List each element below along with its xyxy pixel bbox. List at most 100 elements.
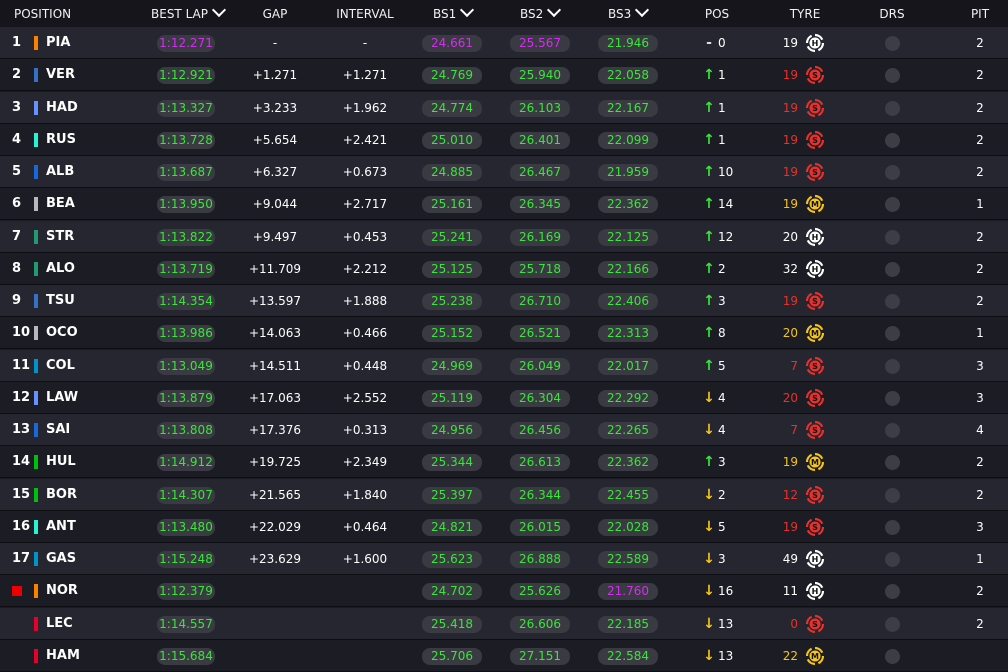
driver-code: SAI bbox=[46, 422, 71, 437]
table-row[interactable]: 7 STR 1:13.822 +9.497 +0.453 25.241 26.169 22.1… bbox=[0, 220, 1008, 253]
gap-value: +21.565 bbox=[248, 487, 302, 502]
position-change-arrow-icon: ↑ bbox=[703, 454, 715, 471]
header-best-lap[interactable]: BEST LAP bbox=[151, 0, 227, 28]
header-drs[interactable]: DRS bbox=[872, 0, 912, 28]
position-change-arrow-icon: ↑ bbox=[703, 293, 715, 309]
best-lap-time: 1:15.248 bbox=[157, 551, 215, 568]
table-row[interactable]: 12 LAW 1:13.879 +17.063 +2.552 25.119 26.304 22… bbox=[0, 381, 1008, 414]
driver-code: ALB bbox=[46, 164, 75, 179]
pit-count: 2 bbox=[976, 616, 984, 631]
table-row[interactable]: 6 BEA 1:13.950 +9.044 +2.717 25.161 26.345 22.3… bbox=[0, 188, 1008, 221]
tyre-compound-letter: M bbox=[811, 200, 819, 209]
sector-1-time: 24.969 bbox=[422, 357, 482, 375]
position-number: 8 bbox=[12, 260, 22, 276]
gap-value: +17.376 bbox=[248, 423, 302, 437]
tyre-compound-icon: S bbox=[805, 356, 825, 375]
table-row[interactable]: 11 COL 1:13.049 +14.511 +0.448 24.969 26.049 22… bbox=[0, 349, 1008, 382]
table-row[interactable]: 17 GAS 1:15.248 +23.629 +1.600 25.623 26.888 22… bbox=[0, 543, 1008, 575]
tyre-age: 12 bbox=[782, 487, 798, 502]
header-pos[interactable]: POS bbox=[695, 0, 739, 28]
gap-value: +3.233 bbox=[252, 100, 298, 115]
gap-value bbox=[240, 575, 310, 607]
team-color-bar bbox=[34, 455, 38, 470]
tyre-compound-letter: S bbox=[812, 620, 818, 629]
drs-indicator bbox=[885, 584, 900, 600]
team-color-bar bbox=[34, 326, 38, 341]
table-row[interactable]: 10 OCO 1:13.986 +14.063 +0.466 25.152 26.521 22… bbox=[0, 317, 1008, 350]
sector-3-time: 22.406 bbox=[598, 293, 658, 310]
sector-2-time: 26.888 bbox=[510, 551, 570, 568]
table-row[interactable]: 4 RUS 1:13.728 +5.654 +2.421 25.010 26.401 22.0… bbox=[0, 123, 1008, 156]
timing-board: POSITION BEST LAP GAP INTERVAL BS1 BS2 B… bbox=[0, 0, 1008, 672]
tyre-compound-icon: H bbox=[805, 33, 825, 53]
pit-count: 2 bbox=[976, 294, 984, 308]
header-gap-label: GAP bbox=[262, 7, 288, 21]
table-row[interactable]: 9 TSU 1:14.354 +13.597 +1.888 25.238 26.710 22.… bbox=[0, 285, 1008, 317]
best-lap-time: 1:12.271 bbox=[157, 35, 215, 52]
tyre-age: 0 bbox=[790, 616, 798, 631]
sector-1-time: 25.241 bbox=[422, 228, 482, 246]
pit-count: 2 bbox=[976, 100, 984, 115]
position-change-arrow-icon: ↑ bbox=[703, 164, 715, 180]
sector-1-time: 25.418 bbox=[422, 615, 482, 633]
sector-1-time: 25.152 bbox=[422, 325, 482, 343]
sector-1-time: 25.238 bbox=[422, 293, 482, 310]
tyre-age: 19 bbox=[782, 68, 798, 83]
position-change-value: 13 bbox=[718, 616, 734, 631]
team-color-bar bbox=[34, 100, 38, 115]
driver-code: GAS bbox=[46, 551, 77, 566]
tyre-age: 7 bbox=[790, 423, 798, 437]
tyre-age: 20 bbox=[782, 326, 798, 341]
gap-value bbox=[240, 640, 310, 672]
table-row[interactable]: 5 ALB 1:13.687 +6.327 +0.673 24.885 26.467 21.9… bbox=[0, 156, 1008, 188]
team-color-bar bbox=[34, 584, 38, 599]
sector-3-time: 22.362 bbox=[598, 196, 658, 214]
table-row[interactable]: 14 HUL 1:14.912 +19.725 +2.349 25.344 26.613 22… bbox=[0, 446, 1008, 479]
position-change-arrow-icon: ↓ bbox=[703, 551, 715, 567]
best-lap-time: 1:14.912 bbox=[157, 454, 215, 472]
tyre-compound-icon: H bbox=[805, 259, 825, 278]
best-lap-time: 1:13.480 bbox=[157, 518, 215, 536]
header-position[interactable]: POSITION bbox=[14, 0, 71, 28]
sector-3-time: 22.584 bbox=[598, 647, 658, 665]
position-number bbox=[12, 608, 32, 640]
tyre-compound-letter: S bbox=[812, 297, 818, 306]
table-row[interactable]: 8 ALO 1:13.719 +11.709 +2.212 25.125 25.718 22.… bbox=[0, 252, 1008, 285]
table-header: POSITION BEST LAP GAP INTERVAL BS1 BS2 B… bbox=[0, 0, 1008, 28]
sector-1-time: 24.661 bbox=[422, 35, 482, 52]
header-pos-label: POS bbox=[704, 7, 730, 21]
header-bs2[interactable]: BS2 bbox=[520, 0, 562, 28]
sector-3-time: 22.362 bbox=[598, 454, 658, 472]
position-change-value: 10 bbox=[718, 165, 734, 179]
sector-3-time: 22.058 bbox=[598, 67, 658, 85]
table-row[interactable]: LEC 1:14.557 25.418 26.606 22.185 ↓ 13 0 S 2 bbox=[0, 607, 1008, 640]
header-tyre[interactable]: TYRE bbox=[780, 0, 830, 28]
header-interval[interactable]: INTERVAL bbox=[325, 0, 405, 28]
sector-1-time: 24.769 bbox=[422, 67, 482, 85]
header-bs1[interactable]: BS1 bbox=[433, 0, 475, 28]
tyre-compound-letter: M bbox=[811, 652, 819, 661]
pit-count bbox=[970, 640, 990, 672]
table-row[interactable]: 2 VER 1:12.921 +1.271 +1.271 24.769 25.940 22.0… bbox=[0, 59, 1008, 92]
pit-count: 2 bbox=[976, 229, 984, 244]
table-row[interactable]: NOR 1:12.379 24.702 25.626 21.760 ↓ 16 11 H 2 bbox=[0, 575, 1008, 608]
tyre-compound-letter: S bbox=[812, 394, 818, 403]
interval-value: +0.448 bbox=[342, 358, 388, 373]
table-row[interactable]: 16 ANT 1:13.480 +22.029 +0.464 24.821 26.015 22… bbox=[0, 510, 1008, 543]
table-row[interactable]: 3 HAD 1:13.327 +3.233 +1.962 24.774 26.103 22.1… bbox=[0, 91, 1008, 124]
header-gap[interactable]: GAP bbox=[245, 0, 305, 28]
header-bs3[interactable]: BS3 bbox=[608, 0, 650, 28]
table-row[interactable]: 13 SAI 1:13.808 +17.376 +0.313 24.956 26.456 22… bbox=[0, 414, 1008, 446]
drs-indicator bbox=[885, 519, 900, 535]
table-row[interactable]: 1 PIA 1:12.271- -24.661 25.567 21.946-0 19 H 2 bbox=[0, 27, 1008, 59]
drs-indicator bbox=[885, 68, 900, 84]
table-row[interactable]: HAM 1:15.684 25.706 27.151 22.584 ↓ 13 22 M bbox=[0, 639, 1008, 672]
gap-value: +23.629 bbox=[248, 552, 302, 566]
tyre-compound-icon: S bbox=[805, 162, 825, 182]
position-change-value: 16 bbox=[718, 584, 734, 599]
header-pit[interactable]: PIT bbox=[965, 0, 995, 28]
interval-value: +0.464 bbox=[342, 519, 388, 534]
pit-count: 1 bbox=[976, 197, 984, 212]
table-row[interactable]: 15 BOR 1:14.307 +21.565 +1.840 25.397 26.344 22… bbox=[0, 478, 1008, 511]
tyre-compound-letter: S bbox=[812, 71, 818, 80]
